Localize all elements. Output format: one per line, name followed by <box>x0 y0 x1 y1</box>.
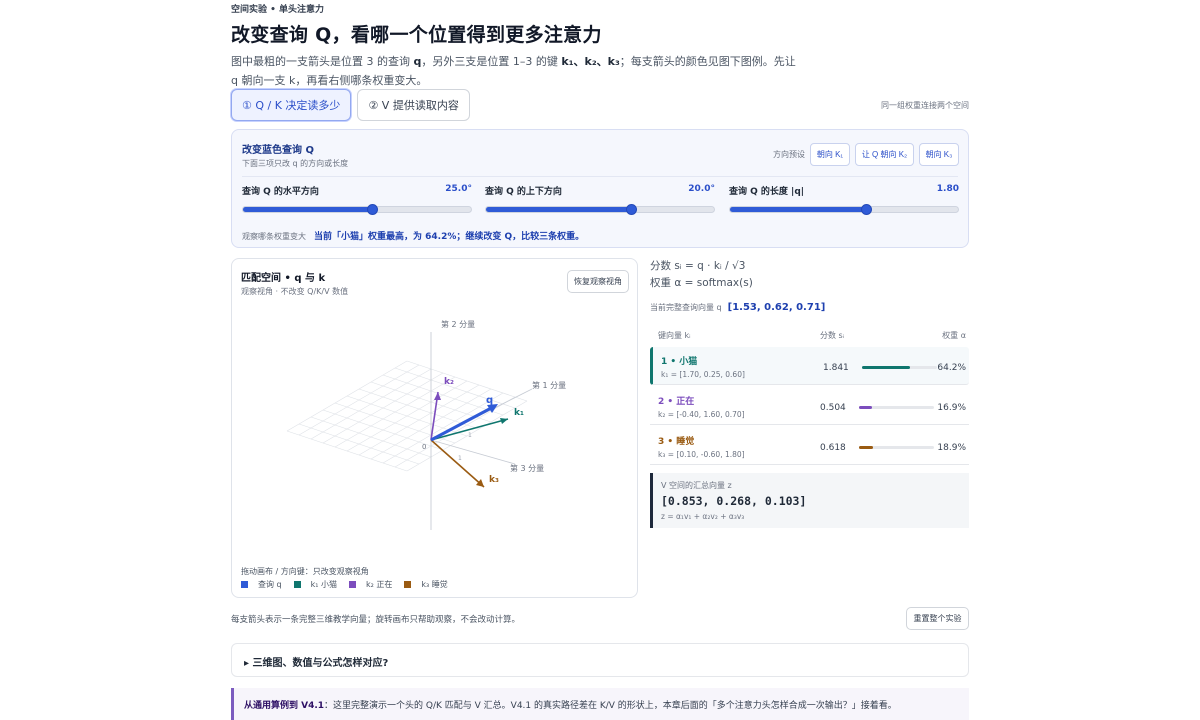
key-vector: k₁ = [1.70, 0.25, 0.60] <box>661 370 745 379</box>
preset-label: 方向预设 <box>773 150 805 159</box>
weight-bar-fill <box>859 446 874 449</box>
k1-label: k₁ <box>514 408 524 418</box>
slider-vertical-direction: 查询 Q 的上下方向 20.0° <box>485 184 715 215</box>
weight-bar-fill <box>862 366 911 369</box>
query-control-panel: 改变蓝色查询 Q 下面三项只改 q 的方向或长度 方向预设 朝向 K₁ 让 Q … <box>231 129 969 248</box>
legend-swatch <box>293 581 301 588</box>
drag-hint: 拖动画布 / 方向键：只改变观察视角 <box>241 567 369 576</box>
slider-handle[interactable] <box>366 204 378 215</box>
3d-vector-canvas[interactable]: 第 2 分量 第 1 分量 第 3 分量 0 1 1 q k₁ k₂ k₃ <box>232 259 637 559</box>
preset-toward-k2-button[interactable]: 让 Q 朝向 K₂ <box>855 143 914 166</box>
z-value: [0.853, 0.268, 0.103] <box>661 494 807 508</box>
col-weight: 权重 α <box>942 331 966 340</box>
weight-bar <box>862 366 937 369</box>
key-vector: k₂ = [-0.40, 1.60, 0.70] <box>658 410 745 419</box>
tab-v-content[interactable]: ② V 提供读取内容 <box>357 89 470 121</box>
ground-grid <box>286 360 528 472</box>
col-score: 分数 sᵢ <box>820 331 845 340</box>
preset-toward-k3-button[interactable]: 朝向 K₃ <box>919 143 959 166</box>
match-space-panel: 匹配空间 • q 与 k 观察视角 · 不改变 Q/K/V 数值 恢复观察视角 … <box>231 258 638 598</box>
legend-item-k1: k₁ 小猫 <box>293 579 337 590</box>
key-weight: 16.9% <box>937 403 966 413</box>
key-score: 0.504 <box>820 403 846 413</box>
k1-arrowhead-icon <box>500 418 508 424</box>
slider-track[interactable] <box>729 204 959 215</box>
tick-label: 1 <box>468 432 472 439</box>
k3-arrow <box>430 439 485 488</box>
legend-item-query: 查询 q <box>241 579 282 590</box>
origin-label: 0 <box>422 443 426 451</box>
preset-toward-k1-button[interactable]: 朝向 K₁ <box>810 143 850 166</box>
slider-handle[interactable] <box>860 204 872 215</box>
page-title: 改变查询 Q，看哪一个位置得到更多注意力 <box>231 24 602 46</box>
footnote: 每支箭头表示一条完整三维教学向量；旋转画布只帮助观察，不会改动计算。 <box>231 615 521 625</box>
control-title: 改变蓝色查询 Q <box>242 145 314 156</box>
control-subtitle: 下面三项只改 q 的方向或长度 <box>242 159 349 168</box>
divider <box>242 176 958 177</box>
legend-swatch <box>241 581 248 588</box>
query-label: q <box>486 395 493 406</box>
score-formula: 分数 sᵢ = q · kᵢ / √3 <box>650 260 746 272</box>
z-label: V 空间的汇总向量 z <box>661 481 732 490</box>
z-formula: z = α₁v₁ + α₂v₂ + α₃v₃ <box>661 512 745 521</box>
reset-experiment-button[interactable]: 重置整个实验 <box>906 607 969 630</box>
slider-value: 20.0° <box>688 184 715 194</box>
key-name: 1 • 小猫 <box>661 357 698 367</box>
key-weight: 18.9% <box>937 443 966 453</box>
weight-bar <box>859 406 934 409</box>
k2-label: k₂ <box>444 377 454 387</box>
slider-horizontal-direction: 查询 Q 的水平方向 25.0° <box>242 184 472 215</box>
col-key: 键向量 kᵢ <box>658 331 691 340</box>
weight-bar-fill <box>859 406 872 409</box>
slider-fill <box>486 207 632 212</box>
key-name: 2 • 正在 <box>658 397 695 407</box>
slider-query-length: 查询 Q 的长度 |q| 1.80 <box>729 184 959 215</box>
axis-label-2: 第 2 分量 <box>441 319 475 329</box>
table-row[interactable]: 3 • 睡觉 k₃ = [0.10, -0.60, 1.80] 0.618 18… <box>650 427 969 465</box>
k3-label: k₃ <box>489 475 499 485</box>
summary-vector-box: V 空间的汇总向量 z [0.853, 0.268, 0.103] z = α₁… <box>650 473 969 528</box>
legend-swatch <box>404 581 412 588</box>
key-weight: 64.2% <box>937 363 966 373</box>
legend-item-k3: k₃ 睡觉 <box>404 579 448 590</box>
weight-formula: 权重 α = softmax(s) <box>650 277 753 289</box>
page-description: 图中最粗的一支箭头是位置 3 的查询 q，另外三支是位置 1–3 的键 k₁、k… <box>231 55 796 87</box>
axis-label-1: 第 1 分量 <box>532 380 566 390</box>
slider-track[interactable] <box>485 204 715 215</box>
legend-swatch <box>349 581 357 588</box>
key-score: 0.618 <box>820 443 846 453</box>
key-name: 3 • 睡觉 <box>658 437 695 447</box>
slider-value: 25.0° <box>445 184 472 194</box>
slider-value: 1.80 <box>936 184 959 194</box>
observe-status: 观察哪条权重变大 当前「小猫」权重最高，为 64.2%；继续改变 Q，比较三条权重… <box>242 232 585 242</box>
mode-tabs: ① Q / K 决定读多少 ② V 提供读取内容 <box>231 89 470 121</box>
score-panel: 分数 sᵢ = q · kᵢ / √3 权重 α = softmax(s) 当前… <box>650 258 969 528</box>
slider-label: 查询 Q 的上下方向 <box>485 187 562 197</box>
key-vector: k₃ = [0.10, -0.60, 1.80] <box>658 450 745 459</box>
slider-track[interactable] <box>242 204 472 215</box>
details-toggle[interactable]: ▸ 三维图、数值与公式怎样对应? <box>231 643 969 677</box>
tab-qk-weights[interactable]: ① Q / K 决定读多少 <box>231 89 352 121</box>
tick-label: 1 <box>458 455 462 462</box>
query-vector-readout: 当前完整查询向量 q [1.53, 0.62, 0.71] <box>650 302 826 313</box>
slider-fill <box>730 207 867 212</box>
v41-callout: 从通用算例到 V4.1：这里完整演示一个头的 Q/K 匹配与 V 汇总。V4.1… <box>231 688 969 720</box>
legend: 查询 q k₁ 小猫 k₂ 正在 k₃ 睡觉 <box>241 579 448 590</box>
weight-bar <box>859 446 934 449</box>
mode-note: 同一组权重连接两个空间 <box>881 101 969 110</box>
slider-fill <box>243 207 373 212</box>
slider-label: 查询 Q 的长度 |q| <box>729 187 805 197</box>
axis-label-3: 第 3 分量 <box>510 463 544 473</box>
table-row[interactable]: 1 • 小猫 k₁ = [1.70, 0.25, 0.60] 1.841 64.… <box>650 347 969 385</box>
slider-label: 查询 Q 的水平方向 <box>242 187 319 197</box>
section-kicker: 空间实验 • 单头注意力 <box>231 5 325 15</box>
key-score: 1.841 <box>823 363 849 373</box>
k2-arrowhead-icon <box>434 392 441 400</box>
legend-item-k2: k₂ 正在 <box>349 579 392 590</box>
table-row[interactable]: 2 • 正在 k₂ = [-0.40, 1.60, 0.70] 0.504 16… <box>650 387 969 425</box>
slider-handle[interactable] <box>625 204 637 215</box>
